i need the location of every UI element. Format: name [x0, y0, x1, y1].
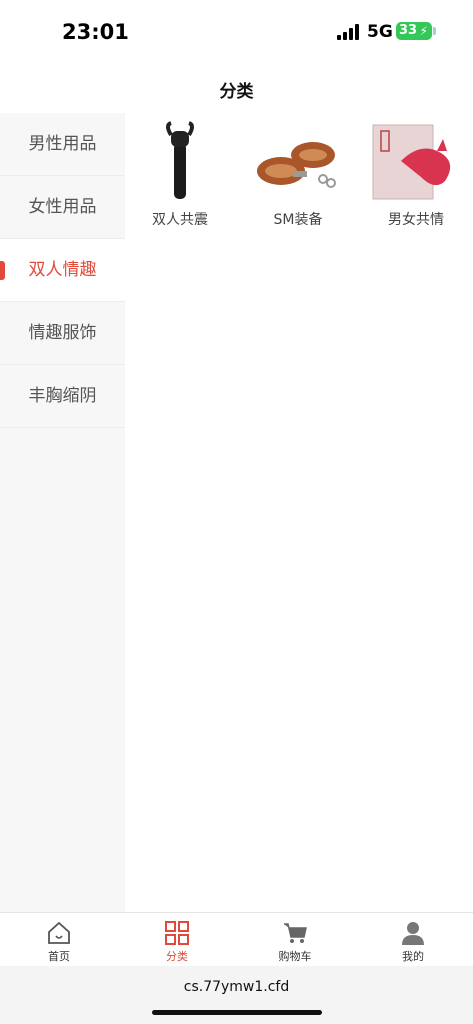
sidebar-item-couples[interactable]: 双人情趣	[0, 239, 125, 302]
home-indicator	[152, 1010, 322, 1015]
category-sidebar: 男性用品 女性用品 双人情趣 情趣服饰 丰胸缩阴	[0, 113, 125, 912]
tab-profile[interactable]: 我的	[354, 913, 472, 967]
battery-tip	[433, 27, 436, 35]
sidebar-item-female[interactable]: 女性用品	[0, 176, 125, 239]
category-content: 双人共震 SM装备 男女共情	[125, 113, 473, 912]
category-item[interactable]: 男女共情	[361, 121, 471, 229]
sidebar-item-label: 丰胸缩阴	[28, 386, 97, 406]
tab-cart[interactable]: 购物车	[236, 913, 354, 967]
category-label: 双人共震	[152, 212, 208, 228]
tab-home[interactable]: 首页	[0, 913, 118, 967]
sidebar-item-male[interactable]: 男性用品	[0, 113, 125, 176]
tab-label: 分类	[166, 950, 188, 963]
sidebar-item-apparel[interactable]: 情趣服饰	[0, 302, 125, 365]
sidebar-item-label: 双人情趣	[28, 260, 97, 280]
wand-product-image	[135, 121, 225, 201]
category-label: SM装备	[273, 212, 323, 228]
page-title: 分类	[219, 82, 254, 102]
browser-url-bar[interactable]: cs.77ymw1.cfd	[0, 966, 473, 1024]
page-header: 分类	[0, 60, 473, 113]
category-label: 男女共情	[388, 212, 444, 228]
network-type: 5G	[367, 22, 393, 42]
user-icon	[402, 922, 424, 945]
grid-icon	[165, 921, 189, 945]
status-time: 23:01	[62, 20, 129, 44]
active-indicator	[0, 261, 5, 280]
sidebar-item-label: 女性用品	[28, 197, 97, 217]
tab-category[interactable]: 分类	[118, 913, 236, 967]
sidebar-item-label: 情趣服饰	[28, 323, 97, 343]
battery-level: 33	[399, 23, 418, 38]
tab-label: 我的	[402, 950, 424, 963]
pink-vibrator-box-image	[371, 121, 461, 201]
status-bar: 23:01 5G 33 ⚡	[0, 0, 473, 60]
sidebar-item-enhancement[interactable]: 丰胸缩阴	[0, 365, 125, 428]
tab-label: 购物车	[278, 950, 312, 963]
category-item[interactable]: 双人共震	[125, 121, 235, 229]
sidebar-item-label: 男性用品	[28, 134, 97, 154]
tab-label: 首页	[48, 950, 70, 963]
signal-icon	[337, 24, 361, 40]
battery-icon: 33 ⚡	[396, 22, 432, 40]
charging-bolt-icon: ⚡	[419, 24, 428, 38]
category-item[interactable]: SM装备	[243, 121, 353, 229]
url-text: cs.77ymw1.cfd	[183, 979, 290, 995]
leather-cuffs-image	[253, 121, 343, 201]
home-icon	[48, 921, 70, 944]
bottom-tab-bar: 首页 分类 购物车 我的	[0, 912, 473, 966]
cart-icon	[284, 923, 307, 943]
